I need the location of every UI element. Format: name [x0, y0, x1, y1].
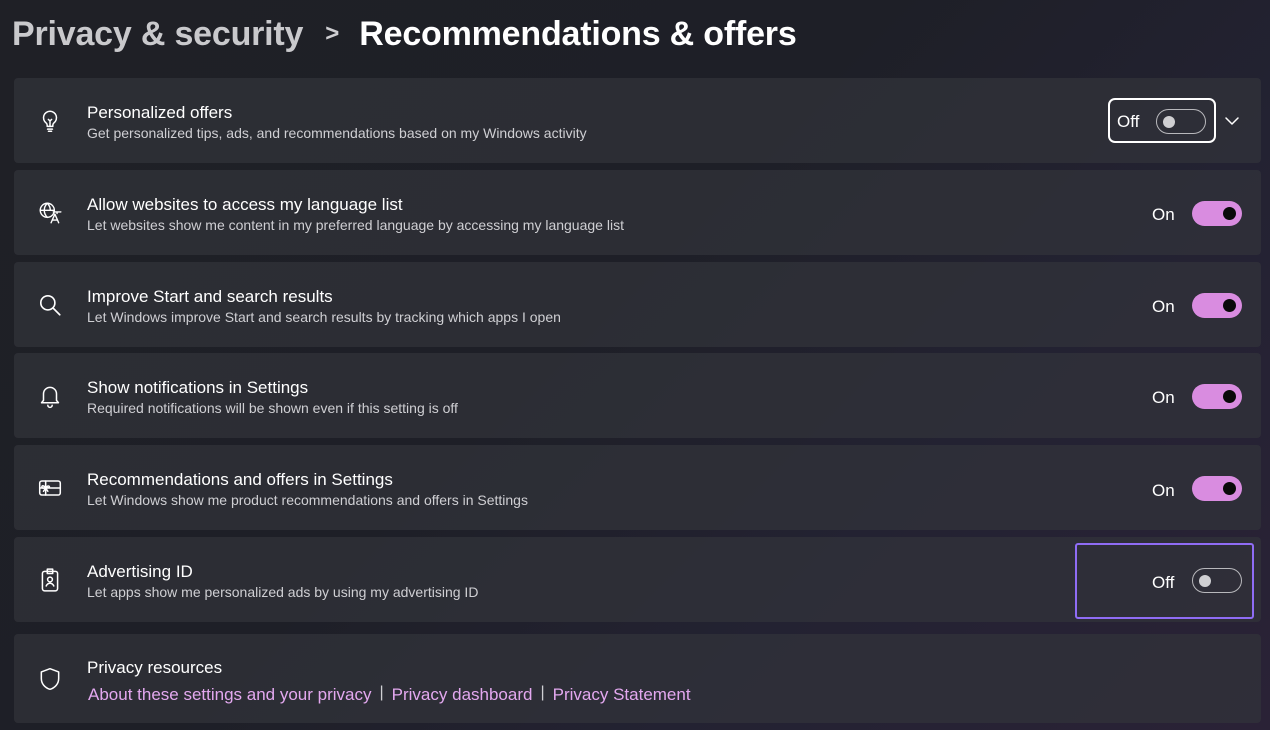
about-settings-privacy-link[interactable]: About these settings and your privacy: [88, 685, 372, 705]
page-title: Recommendations & offers: [359, 14, 797, 53]
setting-description: Let websites show me content in my prefe…: [87, 217, 624, 233]
chevron-down-icon[interactable]: [1222, 111, 1242, 131]
bell-icon: [36, 382, 64, 410]
setting-personalized-offers[interactable]: Personalized offers Get personalized tip…: [14, 78, 1261, 163]
setting-title: Show notifications in Settings: [87, 378, 309, 397]
privacy-links: About these settings and your privacy | …: [88, 684, 691, 705]
search-icon: [36, 291, 64, 319]
setting-recommendations-offers[interactable]: Recommendations and offers in Settings L…: [14, 445, 1261, 530]
setting-advertising-id[interactable]: Advertising ID Let apps show me personal…: [14, 537, 1261, 622]
toggle-knob: [1223, 207, 1236, 220]
setting-description: Let apps show me personalized ads by usi…: [87, 584, 479, 600]
recommendations-offers-toggle[interactable]: [1192, 476, 1242, 501]
advertising-id-toggle[interactable]: [1192, 568, 1242, 593]
setting-language-list[interactable]: Allow websites to access my language lis…: [14, 170, 1261, 255]
privacy-resources-title: Privacy resources: [87, 658, 223, 677]
toggle-state-label: On: [1152, 297, 1175, 316]
toggle-state-label: Off: [1117, 112, 1140, 131]
setting-title: Personalized offers: [87, 103, 233, 122]
setting-title: Advertising ID: [87, 562, 193, 581]
privacy-resources-section: Privacy resources About these settings a…: [14, 634, 1261, 723]
setting-title: Allow websites to access my language lis…: [87, 195, 403, 214]
breadcrumb-chevron-icon: >: [325, 20, 340, 47]
toggle-knob: [1223, 299, 1236, 312]
show-notifications-toggle[interactable]: [1192, 384, 1242, 409]
setting-description: Required notifications will be shown eve…: [87, 400, 458, 416]
breadcrumb-parent-link[interactable]: Privacy & security: [12, 15, 303, 54]
language-list-toggle[interactable]: [1192, 201, 1242, 226]
personalized-offers-toggle[interactable]: [1156, 109, 1206, 134]
breadcrumb: Privacy & security > Recommendations & o…: [12, 10, 797, 58]
toggle-state-label: On: [1152, 481, 1175, 500]
privacy-statement-link[interactable]: Privacy Statement: [553, 685, 691, 705]
toggle-state-label: On: [1152, 205, 1175, 224]
setting-title: Improve Start and search results: [87, 287, 333, 306]
link-separator: |: [379, 684, 384, 701]
setting-description: Get personalized tips, ads, and recommen…: [87, 125, 587, 141]
toggle-state-label: On: [1152, 388, 1175, 407]
setting-description: Let Windows show me product recommendati…: [87, 492, 528, 508]
toggle-knob: [1199, 574, 1211, 587]
shield-icon: [36, 665, 64, 693]
setting-description: Let Windows improve Start and search res…: [87, 309, 561, 325]
setting-show-notifications[interactable]: Show notifications in Settings Required …: [14, 353, 1261, 438]
improve-start-search-toggle[interactable]: [1192, 293, 1242, 318]
toggle-knob: [1223, 482, 1236, 495]
lightbulb-icon: [36, 107, 64, 135]
toggle-state-label: Off: [1152, 573, 1175, 592]
setting-improve-start-search[interactable]: Improve Start and search results Let Win…: [14, 262, 1261, 347]
toggle-knob: [1223, 390, 1236, 403]
setting-title: Recommendations and offers in Settings: [87, 470, 393, 489]
toggle-knob: [1163, 115, 1175, 128]
language-icon: [36, 199, 64, 227]
link-separator: |: [540, 684, 545, 701]
gift-card-icon: [36, 474, 64, 502]
id-badge-icon: [36, 566, 64, 594]
privacy-dashboard-link[interactable]: Privacy dashboard: [392, 685, 533, 705]
